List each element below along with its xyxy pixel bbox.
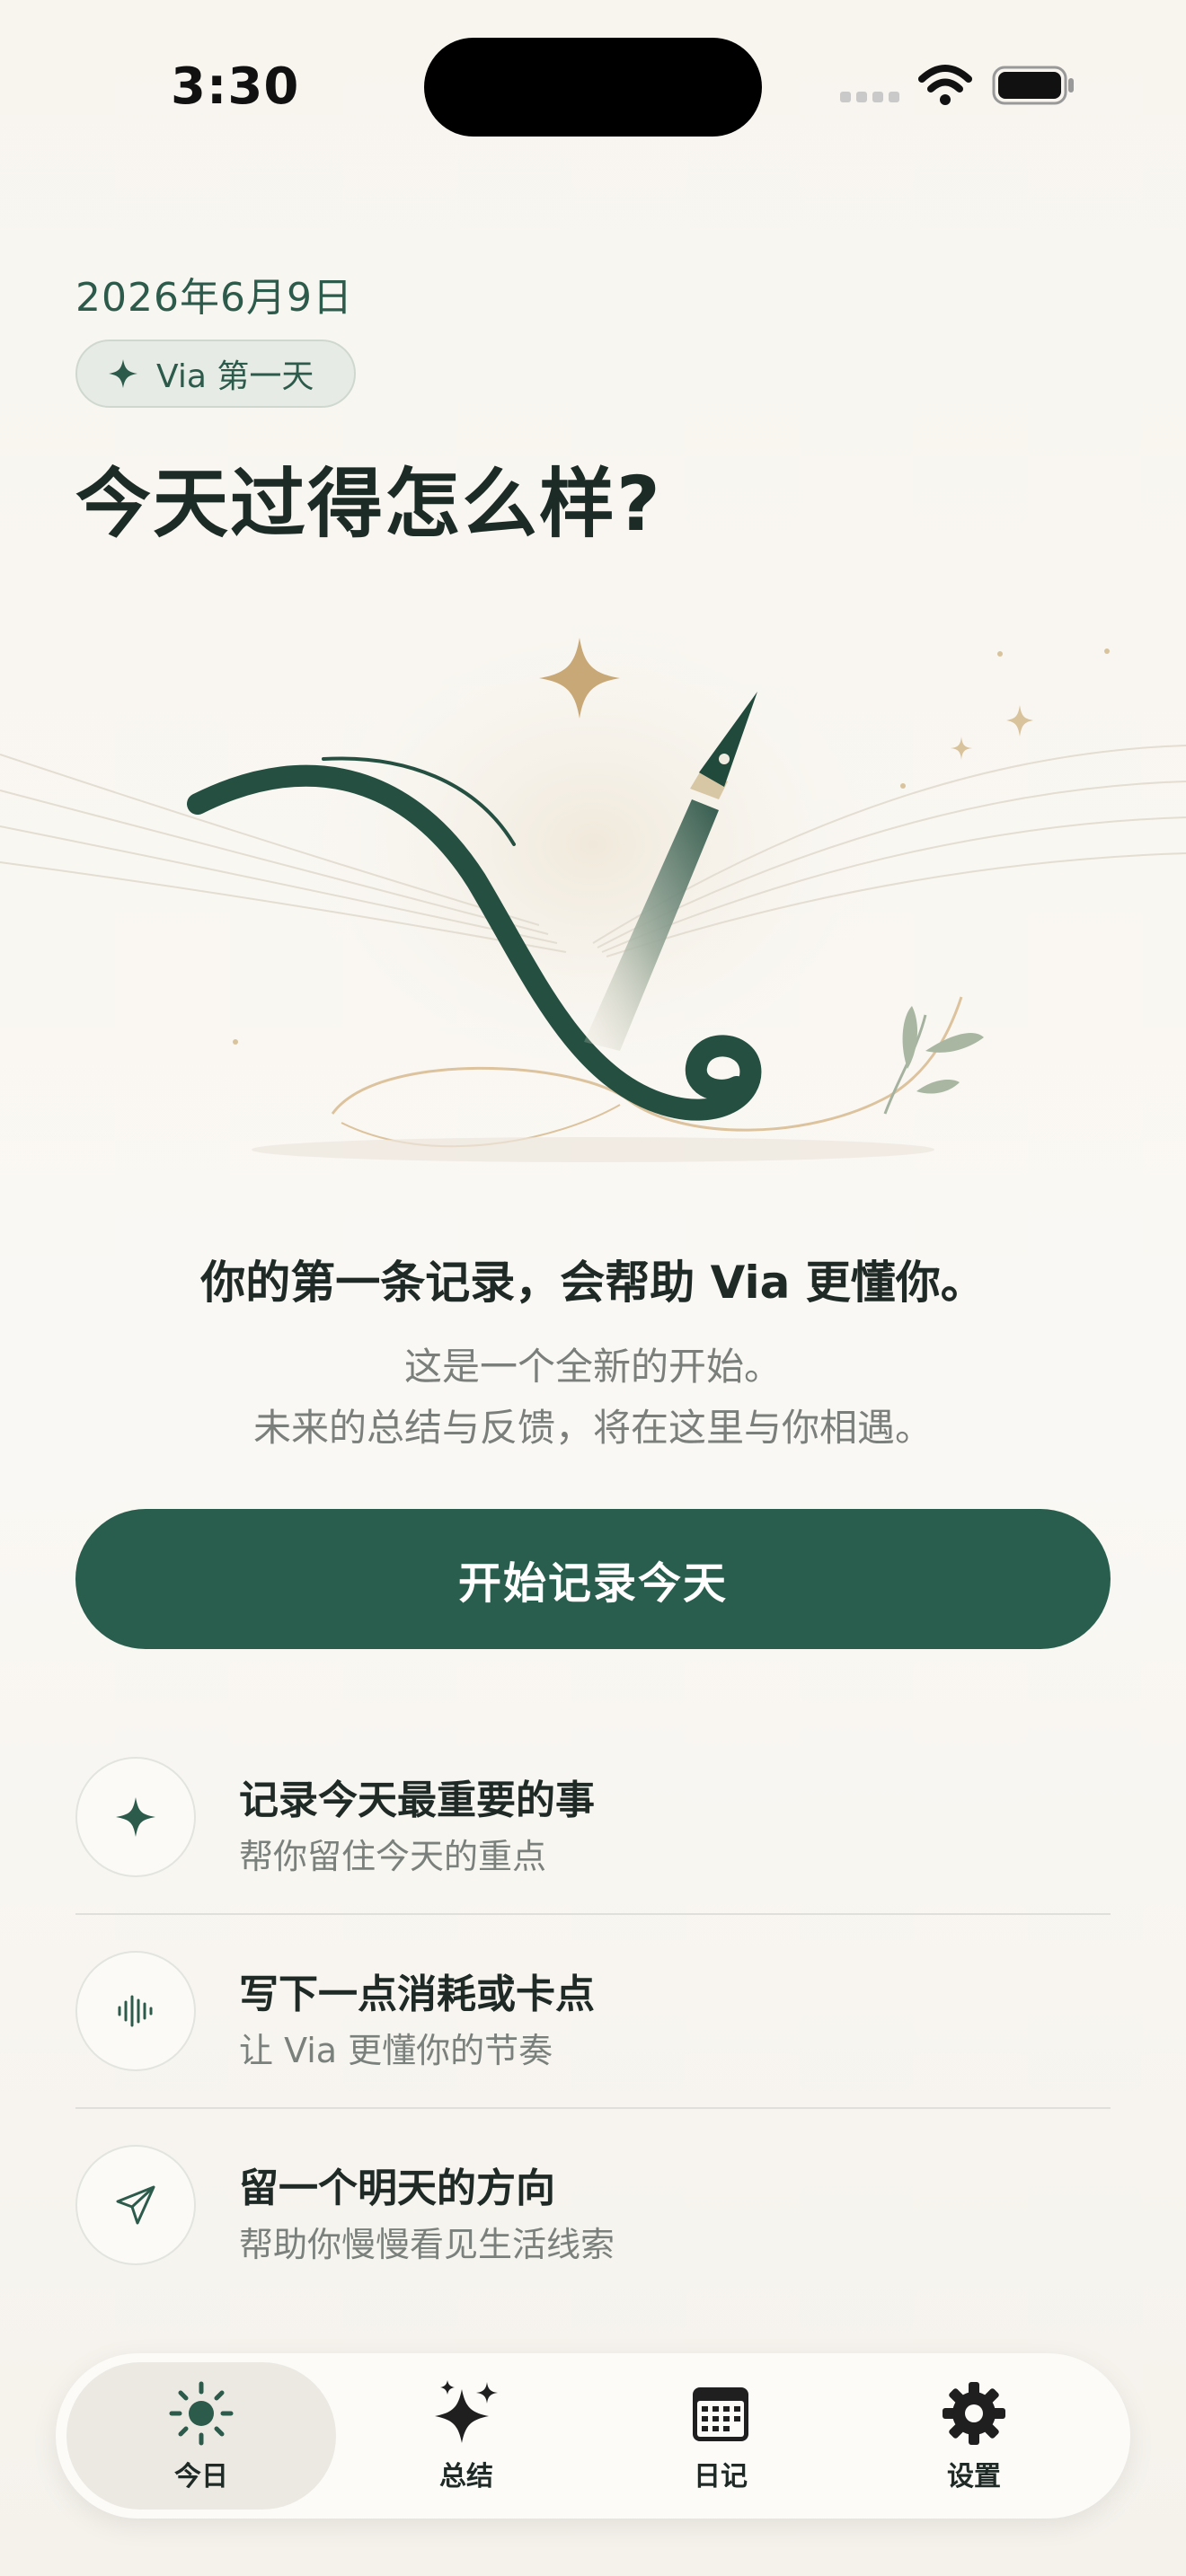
divider [75,2107,1111,2109]
paper-plane-icon [116,2185,155,2225]
message-line-2: 未来的总结与反馈，将在这里与你相遇。 [252,1406,933,1450]
tab-journal[interactable]: 日记 [586,2362,855,2510]
day-badge-label: Via 第一天 [156,358,314,395]
status-time: 3:30 [171,57,300,116]
prompt-title: 留一个明天的方向 [239,2166,555,2211]
day-badge: Via 第一天 [75,340,356,408]
sparkle-icon [109,359,137,388]
prompt-title: 记录今天最重要的事 [239,1778,595,1823]
prompt-icon-circle [75,2145,196,2265]
prompt-subtitle: 帮助你慢慢看见生活线索 [239,2225,615,2264]
calendar-icon [693,2387,748,2441]
prompt-item-friction[interactable]: 写下一点消耗或卡点 让 Via 更懂你的节奏 [75,1951,1111,2130]
sparkles-icon [435,2380,498,2443]
tab-label: 总结 [439,2461,493,2492]
status-bar: 3:30 [0,0,1186,180]
prompt-item-direction[interactable]: 留一个明天的方向 帮助你慢慢看见生活线索 [75,2145,1111,2325]
gear-icon [943,2382,1005,2445]
signal-icon [840,92,901,104]
hero-illustration [0,611,1186,1162]
prompt-subtitle: 让 Via 更懂你的节奏 [239,2031,553,2070]
start-recording-button[interactable]: 开始记录今天 [75,1509,1111,1649]
tab-summary[interactable]: 总结 [332,2362,601,2510]
sun-icon [169,2381,234,2446]
battery-icon [992,66,1074,105]
sparkle-icon [116,1797,155,1837]
prompt-subtitle: 帮你留住今天的重点 [239,1837,547,1876]
message-line-1: 这是一个全新的开始。 [403,1345,782,1389]
prompt-title: 写下一点消耗或卡点 [239,1972,595,2017]
tab-today[interactable]: 今日 [66,2362,336,2510]
wifi-icon [918,65,972,105]
prompt-icon-circle [75,1951,196,2071]
dynamic-island [424,38,762,137]
tab-label: 日记 [694,2461,748,2492]
waveform-icon [118,1995,153,2027]
prompt-item-important[interactable]: 记录今天最重要的事 帮你留住今天的重点 [75,1757,1111,1936]
page-title: 今天过得怎么样? [75,460,662,548]
divider [75,1913,1111,1915]
tab-label: 设置 [947,2461,1001,2492]
prompt-icon-circle [75,1757,196,1877]
tab-settings[interactable]: 设置 [839,2362,1109,2510]
message-title: 你的第一条记录，会帮助 Via 更懂你。 [200,1257,986,1309]
tab-bar: 今日 总结 日记 设置 [56,2353,1130,2519]
date-label: 2026年6月9日 [75,275,353,321]
tab-label: 今日 [174,2461,228,2492]
